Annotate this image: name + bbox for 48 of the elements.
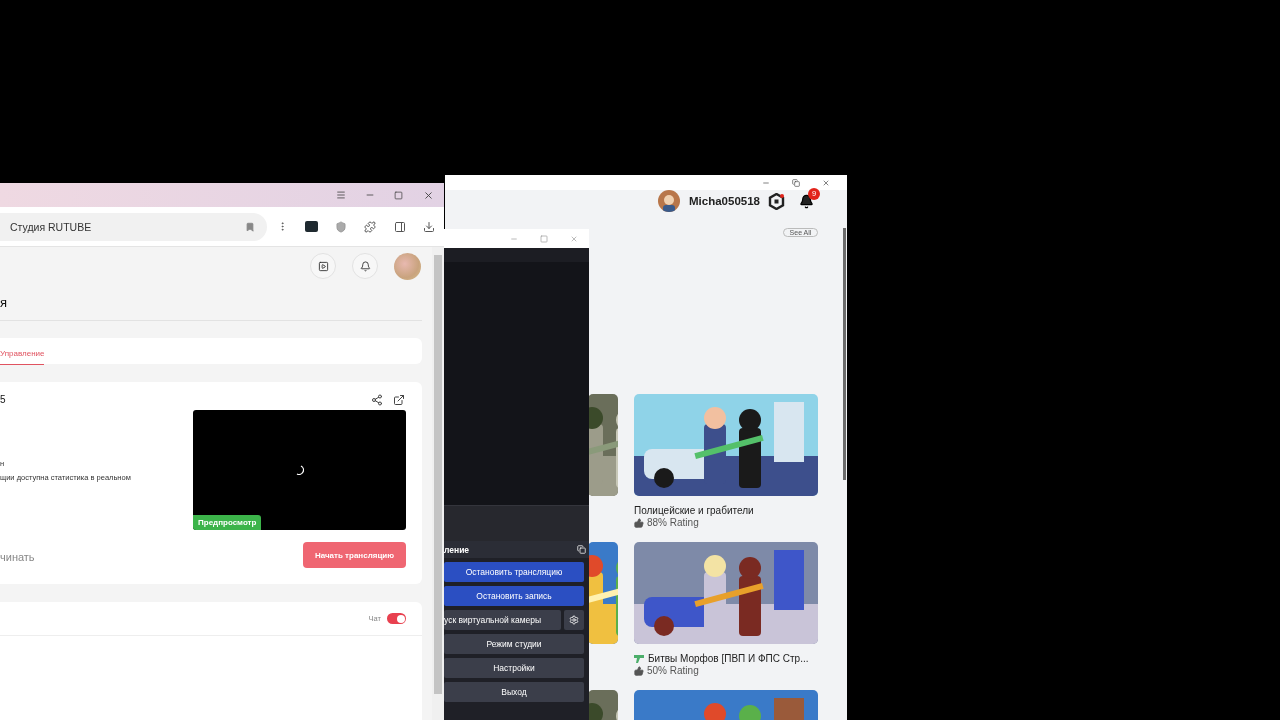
dock-title: ление: [444, 544, 470, 555]
avatar-icon[interactable]: [658, 190, 681, 212]
chat-toggle[interactable]: [387, 613, 406, 624]
thumbs-up-icon: [634, 665, 644, 676]
settings-icon[interactable]: [569, 615, 579, 625]
spinner-icon: [295, 465, 304, 475]
game-rating: 88% Rating: [647, 517, 699, 528]
external-link-icon[interactable]: [393, 394, 405, 406]
stream-title: 5: [0, 394, 7, 406]
avatar[interactable]: [394, 252, 421, 280]
close-icon[interactable]: [423, 189, 434, 201]
download-icon[interactable]: [423, 220, 436, 233]
username[interactable]: Micha050518: [689, 195, 760, 207]
notifications-button[interactable]: [352, 253, 378, 279]
shield-icon[interactable]: [335, 220, 347, 233]
tab[interactable]: Управление: [0, 349, 45, 365]
puzzle-icon[interactable]: [364, 220, 377, 233]
virtual-camera-button[interactable]: уск виртуальной камеры: [444, 610, 561, 630]
close-icon[interactable]: [822, 178, 830, 187]
thumbs-up-icon: [634, 517, 644, 528]
hint-text: чинать: [0, 550, 36, 563]
game-title[interactable]: Полицейские и грабители: [634, 505, 754, 516]
bell-icon[interactable]: [799, 193, 814, 209]
menu-icon[interactable]: [335, 190, 346, 200]
panel-icon[interactable]: [393, 220, 406, 233]
control-button[interactable]: Выход: [444, 682, 584, 702]
scrollbar[interactable]: [843, 228, 846, 480]
game-title[interactable]: Битвы Морфов [ПВП И ФПС Стр...: [648, 653, 809, 664]
video-button[interactable]: [310, 253, 336, 279]
extension-icon[interactable]: [305, 221, 319, 232]
undock-icon[interactable]: [577, 545, 586, 554]
control-button[interactable]: Режим студии: [444, 634, 584, 654]
control-button[interactable]: Остановить запись: [444, 586, 584, 606]
share-icon[interactable]: [371, 394, 383, 406]
currency-icon[interactable]: [768, 192, 785, 210]
settings-button[interactable]: [564, 610, 584, 630]
address-field[interactable]: Студия RUTUBE: [0, 212, 268, 241]
page-heading: я: [0, 285, 422, 321]
maximize-icon[interactable]: [394, 190, 403, 200]
restore-icon[interactable]: [792, 178, 800, 187]
video-icon[interactable]: [317, 260, 329, 272]
control-button[interactable]: Настройки: [444, 658, 584, 678]
control-button[interactable]: Остановить трансляцию: [444, 562, 584, 582]
game-rating: 50% Rating: [647, 665, 699, 676]
bookmark-icon[interactable]: [245, 221, 256, 232]
scrollbar[interactable]: [434, 255, 442, 694]
preview-badge: Предпросмотр: [193, 515, 262, 530]
gun-icon: [634, 654, 645, 663]
